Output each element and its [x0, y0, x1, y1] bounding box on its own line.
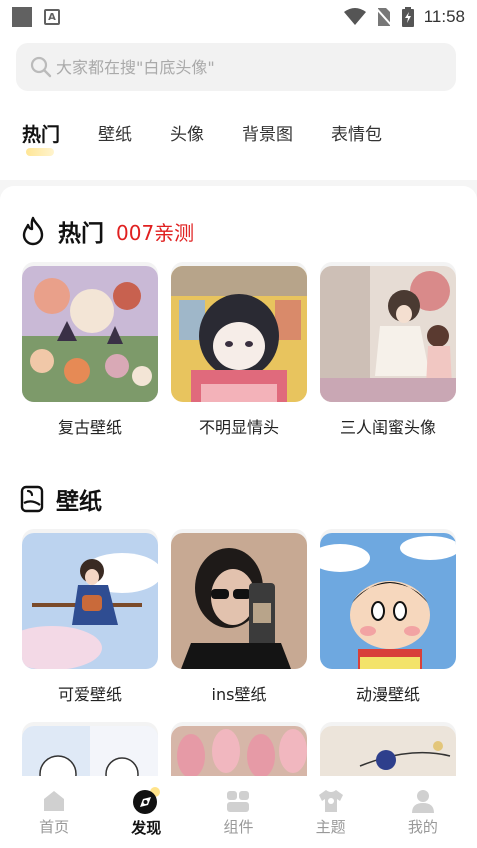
thumbnail-retro-wallpaper [22, 266, 158, 402]
wallpaper-grid: 可爱壁纸 ins壁纸 动漫壁纸 [22, 533, 456, 705]
thumbnail-anime-wallpaper [320, 533, 456, 669]
card-ins-wallpaper[interactable]: ins壁纸 [171, 533, 307, 705]
nav-profile[interactable]: 我的 [383, 788, 463, 837]
card-label: 三人闺蜜头像 [339, 418, 436, 437]
nav-theme[interactable]: 主题 [291, 788, 371, 837]
nav-discover[interactable]: 发现 [106, 786, 186, 838]
nav-label: 首页 [39, 817, 70, 836]
card-label: 动漫壁纸 [355, 685, 420, 704]
section-header-wallpaper: 壁纸 [20, 482, 102, 516]
nav-label: 发现 [131, 818, 162, 837]
thumbnail-cute-wallpaper [22, 533, 158, 669]
widgets-icon [227, 790, 250, 812]
tab-hot[interactable]: 热门 [22, 120, 60, 156]
content-feed[interactable]: 热门 007亲测 复古壁纸 不明显情头 三人闺蜜头像 壁纸 可爱壁纸 ins壁纸… [0, 186, 477, 776]
tab-stickers[interactable]: 表情包 [331, 120, 382, 156]
card-cute-wallpaper[interactable]: 可爱壁纸 [22, 533, 158, 705]
thumbnail-partial-3 [320, 726, 456, 776]
bottom-navigation: 首页 发现 组件 主题 我的 [0, 776, 477, 848]
nav-widgets[interactable]: 组件 [198, 788, 278, 837]
card-label: 可爱壁纸 [57, 685, 122, 704]
header: 热门 壁纸 头像 背景图 表情包 [0, 34, 477, 180]
wifi-icon [343, 8, 366, 25]
search-icon [30, 56, 52, 78]
search-input[interactable] [56, 57, 436, 77]
thumbnail-partial-2 [171, 726, 307, 776]
card-subtle-couple-avatar[interactable]: 不明显情头 [171, 266, 307, 438]
category-tabs: 热门 壁纸 头像 背景图 表情包 [22, 120, 420, 156]
card-label: ins壁纸 [211, 685, 267, 704]
nav-label: 主题 [315, 817, 346, 836]
search-bar[interactable] [16, 43, 456, 91]
clock-time: 11:58 [423, 7, 465, 26]
discover-icon [133, 786, 161, 814]
thumbnail-trio-bestie-avatar [320, 266, 456, 402]
notification-square-icon [12, 7, 32, 27]
card-anime-wallpaper[interactable]: 动漫壁纸 [320, 533, 456, 705]
card-trio-bestie-avatar[interactable]: 三人闺蜜头像 [320, 266, 456, 438]
card-partial-1[interactable] [22, 726, 158, 776]
section-subtitle-hot: 007亲测 [116, 220, 195, 245]
section-title-hot: 热门 [58, 221, 104, 247]
flame-icon [22, 216, 44, 246]
no-sim-icon [375, 7, 392, 27]
thumbnail-ins-wallpaper [171, 533, 307, 669]
hot-grid: 复古壁纸 不明显情头 三人闺蜜头像 [22, 266, 456, 438]
section-title-wallpaper: 壁纸 [56, 489, 102, 515]
card-partial-2[interactable] [171, 726, 307, 776]
card-retro-wallpaper[interactable]: 复古壁纸 [22, 266, 158, 438]
section-header-hot: 热门 007亲测 [20, 214, 194, 248]
nav-label: 组件 [223, 817, 254, 836]
tab-background[interactable]: 背景图 [242, 120, 293, 156]
thumbnail-subtle-couple-avatar [171, 266, 307, 402]
tab-avatar[interactable]: 头像 [170, 120, 204, 156]
nav-label: 我的 [407, 817, 438, 836]
status-bar: A 11:58 [0, 0, 477, 34]
accessibility-a-icon: A [44, 9, 60, 25]
thumbnail-partial-1 [22, 726, 158, 776]
home-icon [44, 790, 65, 811]
theme-shirt-icon [318, 789, 343, 812]
card-partial-3[interactable] [320, 726, 456, 776]
battery-icon [401, 7, 414, 27]
card-label: 不明显情头 [198, 418, 279, 437]
nav-home[interactable]: 首页 [14, 788, 94, 837]
profile-icon [411, 789, 434, 813]
wallpaper-grid-row-2 [22, 726, 456, 776]
card-label: 复古壁纸 [57, 418, 122, 437]
tab-wallpaper[interactable]: 壁纸 [98, 120, 132, 156]
wallpaper-icon [20, 485, 44, 513]
